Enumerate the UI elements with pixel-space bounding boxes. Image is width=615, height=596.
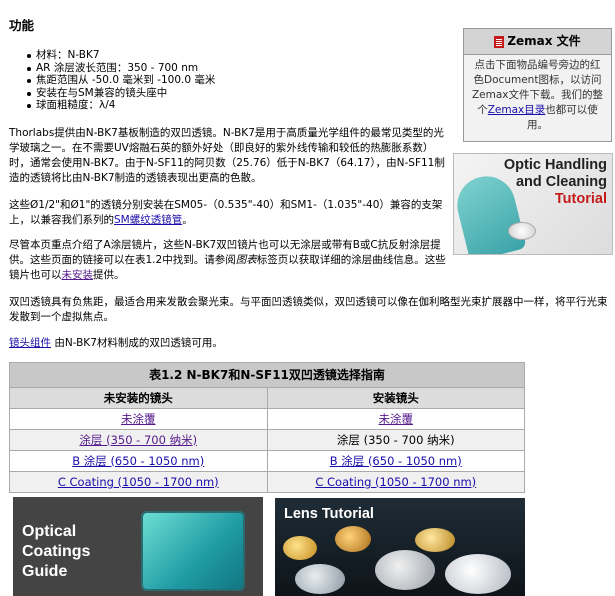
unmounted-uncoated-link[interactable]: 未涂覆	[121, 412, 156, 426]
lens-kit-text: 由N-BK7材料制成的双凹透镜可用。	[51, 337, 223, 349]
lens-banner-title: Lens Tutorial	[284, 506, 374, 522]
table-cell: 未涂覆	[9, 408, 268, 430]
table-cell: 涂层 (350 - 700 纳米)	[9, 429, 268, 451]
unmounted-b-coating-link[interactable]: B 涂层 (650 - 1050 nm)	[72, 454, 204, 468]
table-cell: B 涂层 (650 - 1050 nm)	[266, 450, 525, 472]
optic-handling-tutorial-banner[interactable]: Optic Handling and Cleaning Tutorial	[453, 153, 613, 255]
optical-coatings-guide-banner[interactable]: Optical Coatings Guide	[13, 497, 263, 596]
graphs-tab-ref: 图表	[235, 254, 257, 266]
document-icon	[494, 35, 505, 48]
mount-text: 这些Ø1/2"和Ø1"的透镜分别安装在SM05-（0.535"-40）和SM1-…	[9, 199, 443, 226]
intro-paragraph: Thorlabs提供由N-BK7基板制造的双凹透镜。N-BK7是用于高质量光学组…	[9, 127, 445, 184]
table-row: 涂层 (350 - 700 纳米) 涂层 (350 - 700 纳米)	[9, 429, 525, 451]
zemax-files-box: Zemax 文件 点击下面物品编号旁边的红色Document图标，以访问Zema…	[463, 28, 612, 142]
optic-banner-line2: and Cleaning	[515, 174, 607, 190]
mounted-c-coating-link[interactable]: C Coating (1050 - 1700 nm)	[315, 475, 476, 489]
lens-image	[295, 564, 345, 594]
table-cell: 涂层 (350 - 700 纳米)	[266, 429, 525, 451]
zemax-description: 点击下面物品编号旁边的红色Document图标，以访问Zemax文件下载。我们的…	[464, 55, 611, 136]
optic-lens-image	[508, 222, 536, 240]
optic-banner-line3: Tutorial	[554, 191, 607, 207]
lens-image	[335, 526, 371, 552]
feature-item: 安装在与SM兼容的镜头座中	[26, 87, 215, 100]
coating-paragraph: 尽管本页重点介绍了A涂层镜片，这些N-BK7双凹镜片也可以无涂层或带有B或C抗反…	[9, 238, 447, 283]
mounted-uncoated-link[interactable]: 未涂覆	[379, 412, 414, 426]
coatings-banner-line3: Guide	[22, 563, 68, 580]
column-header-unmounted: 未安装的镜头	[9, 387, 268, 409]
zemax-title: Zemax 文件	[507, 34, 581, 48]
column-header-mounted: 安装镜头	[266, 387, 525, 409]
mount-paragraph: 这些Ø1/2"和Ø1"的透镜分别安装在SM05-（0.535"-40）和SM1-…	[9, 198, 447, 228]
section-heading: 功能	[9, 18, 35, 33]
unmounted-c-coating-link[interactable]: C Coating (1050 - 1700 nm)	[58, 475, 219, 489]
feature-item: 材料：N-BK7	[26, 49, 215, 62]
optic-banner-line1: Optic Handling	[503, 157, 607, 173]
unmounted-a-coating-link[interactable]: 涂层 (350 - 700 纳米)	[79, 433, 197, 447]
coating-end: 提供。	[93, 269, 125, 281]
zemax-title-bar: Zemax 文件	[464, 29, 611, 55]
mount-end: 。	[182, 214, 193, 226]
table-caption: 表1.2 N-BK7和N-SF11双凹透镜选择指南	[9, 362, 525, 388]
feature-item: 球面粗糙度：λ/4	[26, 99, 215, 112]
lens-image	[283, 536, 317, 560]
lens-image	[375, 550, 435, 590]
sm-lens-tube-link[interactable]: SM螺纹透镜管	[114, 214, 182, 226]
zemax-catalog-link[interactable]: Zemax目录	[488, 104, 546, 116]
table-row: B 涂层 (650 - 1050 nm) B 涂层 (650 - 1050 nm…	[9, 450, 525, 472]
table-cell: C Coating (1050 - 1700 nm)	[266, 471, 525, 493]
lens-kit-paragraph: 镜头组件 由N-BK7材料制成的双凹透镜可用。	[9, 336, 447, 351]
table-row: 未涂覆 未涂覆	[9, 408, 525, 430]
coated-optic-image	[141, 511, 245, 591]
lens-tutorial-banner[interactable]: Lens Tutorial	[275, 498, 525, 596]
features-list: 材料：N-BK7 AR 涂层波长范围：350 - 700 nm 焦距范围从 -5…	[26, 49, 216, 112]
biconcave-paragraph: 双凹透镜具有负焦距，最适合用来发散会聚光束。与平面凹透镜类似，双凹透镜可以像在伽…	[9, 296, 608, 323]
coatings-banner-line2: Coatings	[22, 543, 91, 560]
coatings-banner-line1: Optical	[22, 523, 77, 540]
feature-item: 焦距范围从 -50.0 毫米到 -100.0 毫米	[26, 74, 216, 86]
feature-item: AR 涂层波长范围：350 - 700 nm	[26, 62, 215, 75]
table-row: C Coating (1050 - 1700 nm) C Coating (10…	[9, 471, 525, 493]
coatings-banner-title: Optical Coatings Guide	[22, 522, 90, 582]
lens-image	[415, 528, 455, 552]
table-cell: B 涂层 (650 - 1050 nm)	[9, 450, 268, 472]
lens-selection-table: 表1.2 N-BK7和N-SF11双凹透镜选择指南 未安装的镜头 安装镜头 未涂…	[9, 362, 525, 493]
table-cell: 未涂覆	[266, 408, 525, 430]
unmounted-link[interactable]: 未安装	[62, 269, 94, 281]
mounted-b-coating-link[interactable]: B 涂层 (650 - 1050 nm)	[330, 454, 462, 468]
table-cell: C Coating (1050 - 1700 nm)	[9, 471, 268, 493]
lens-kit-link[interactable]: 镜头组件	[9, 337, 51, 349]
optic-banner-title: Optic Handling and Cleaning Tutorial	[504, 157, 607, 208]
lens-image	[445, 554, 511, 594]
